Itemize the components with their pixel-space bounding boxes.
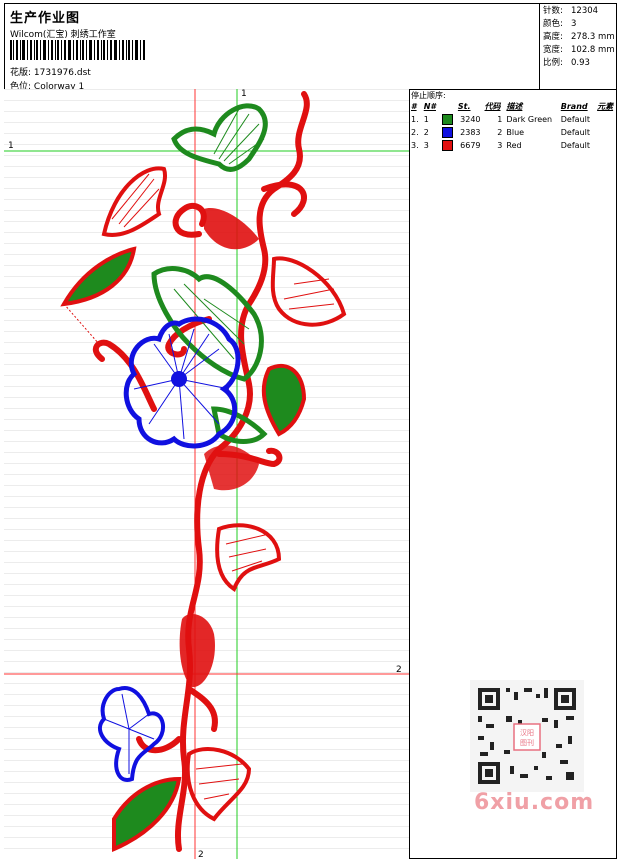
row-element bbox=[595, 139, 617, 152]
stitches-value: 12304 bbox=[571, 6, 599, 16]
col-element: 元素 bbox=[597, 102, 614, 111]
col-swatch bbox=[440, 100, 456, 113]
red-flowers bbox=[60, 166, 347, 853]
stop-sequence-table: # N# St. 代码 描述 Brand 元素 1. 1 3240 1 Dark… bbox=[409, 100, 617, 152]
design-canvas[interactable]: 1 1 2 2 bbox=[4, 89, 410, 859]
width-value: 102.8 mm bbox=[571, 45, 615, 55]
marker-top: 1 bbox=[241, 89, 247, 99]
color-swatch bbox=[440, 139, 456, 152]
col-code: 代码 bbox=[484, 102, 501, 111]
qr-code-icon: 汉阳 图刊 bbox=[470, 680, 584, 792]
swatch-icon bbox=[441, 140, 453, 151]
marker-right: 2 bbox=[396, 665, 402, 675]
height-value: 278.3 mm bbox=[571, 32, 615, 42]
watermark-text: 6xiu.com bbox=[474, 790, 595, 815]
color-swatch bbox=[440, 126, 456, 139]
row-element bbox=[595, 126, 617, 139]
row-desc: Red bbox=[506, 141, 522, 150]
stitches-label: 针数: bbox=[543, 6, 563, 16]
row-brand: Default bbox=[560, 141, 590, 150]
colors-value: 3 bbox=[571, 19, 577, 29]
marker-left: 1 bbox=[8, 141, 14, 151]
colors-row: 颜色: 3 bbox=[543, 18, 617, 31]
row-n: 2 bbox=[423, 128, 429, 137]
color-swatch bbox=[440, 113, 456, 126]
table-row: 1. 1 3240 1 Dark Green Default bbox=[409, 113, 617, 126]
col-desc: 描述 bbox=[506, 102, 523, 111]
scale-label: 比例: bbox=[543, 58, 563, 68]
document-title: 生产作业图 bbox=[10, 11, 81, 26]
table-row: 3. 3 6679 3 Red Default bbox=[409, 139, 617, 152]
width-row: 宽度: 102.8 mm bbox=[543, 44, 617, 57]
row-index: 3. bbox=[411, 141, 419, 150]
width-label: 宽度: bbox=[543, 45, 563, 55]
stitches-row: 针数: 12304 bbox=[543, 5, 617, 18]
row-index: 1. bbox=[411, 115, 419, 124]
barcode-icon bbox=[10, 40, 145, 60]
row-code: 2 bbox=[497, 128, 503, 137]
row-n: 1 bbox=[423, 115, 429, 124]
colors-label: 颜色: bbox=[543, 19, 563, 29]
table-header-row: # N# St. 代码 描述 Brand 元素 bbox=[409, 100, 617, 113]
row-code: 3 bbox=[497, 141, 503, 150]
col-brand: Brand bbox=[560, 102, 588, 111]
design-info-panel: 针数: 12304 颜色: 3 高度: 278.3 mm 宽度: 102.8 mm 比例… bbox=[539, 3, 617, 90]
row-index: 2. bbox=[411, 128, 419, 137]
row-brand: Default bbox=[560, 115, 590, 124]
header-panel: 生产作业图 Wilcom(汇宝) 刺绣工作室 花版: 1731976.dst 色… bbox=[4, 3, 540, 92]
swatch-icon bbox=[441, 114, 453, 125]
col-n: N# bbox=[423, 102, 436, 111]
scale-row: 比例: 0.93 bbox=[543, 57, 617, 70]
col-stitches: St. bbox=[457, 102, 471, 111]
row-stitches: 3240 bbox=[460, 115, 481, 124]
design-file-row: 花版: 1731976.dst bbox=[10, 65, 91, 78]
row-code: 1 bbox=[497, 115, 503, 124]
row-desc: Dark Green bbox=[506, 115, 553, 124]
height-label: 高度: bbox=[543, 32, 563, 42]
design-file-label: 花版: bbox=[10, 68, 32, 78]
row-stitches: 2383 bbox=[460, 128, 481, 137]
design-file-name: 1731976.dst bbox=[33, 68, 91, 78]
svg-text:汉阳: 汉阳 bbox=[520, 728, 534, 737]
embroidery-design: 1 1 2 2 bbox=[4, 89, 409, 859]
row-brand: Default bbox=[560, 128, 590, 137]
company-name: Wilcom(汇宝) 刺绣工作室 bbox=[10, 30, 116, 40]
height-row: 高度: 278.3 mm bbox=[543, 31, 617, 44]
marker-bottom: 2 bbox=[198, 850, 204, 859]
row-n: 3 bbox=[423, 141, 429, 150]
scale-value: 0.93 bbox=[571, 58, 590, 68]
table-row: 2. 2 2383 2 Blue Default bbox=[409, 126, 617, 139]
svg-text:图刊: 图刊 bbox=[520, 739, 534, 747]
col-index: # bbox=[411, 102, 417, 111]
red-vine bbox=[92, 91, 310, 852]
row-stitches: 6679 bbox=[460, 141, 481, 150]
row-desc: Blue bbox=[506, 128, 525, 137]
swatch-icon bbox=[441, 127, 453, 138]
row-element bbox=[595, 113, 617, 126]
